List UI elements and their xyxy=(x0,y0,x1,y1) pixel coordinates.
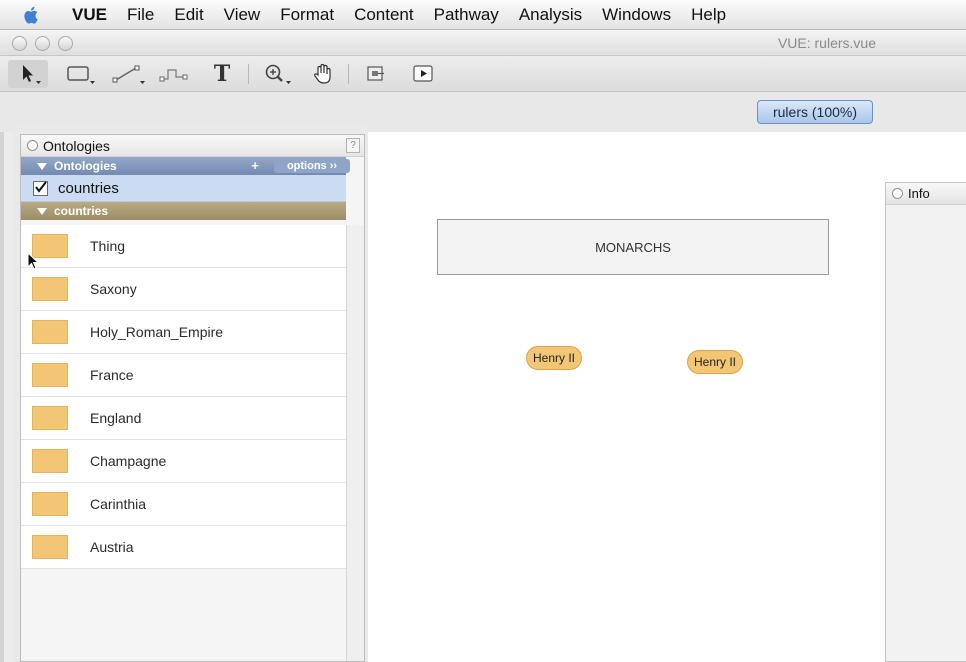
type-label: Saxony xyxy=(90,281,137,297)
type-row-england[interactable]: England xyxy=(21,397,346,440)
type-label: Carinthia xyxy=(90,496,147,512)
node-henry-ii[interactable]: Henry II xyxy=(526,346,583,370)
panel-toggle-icon[interactable] xyxy=(892,188,903,199)
presentation-tool-button[interactable] xyxy=(360,60,390,88)
node-henry-ii[interactable]: Henry II xyxy=(687,350,744,374)
type-swatch[interactable] xyxy=(32,406,68,430)
type-swatch[interactable] xyxy=(32,492,68,516)
ontology-checkbox[interactable] xyxy=(33,180,48,196)
play-tool-button[interactable] xyxy=(408,60,438,88)
menu-file[interactable]: File xyxy=(117,5,164,25)
window-title: VUE: rulers.vue xyxy=(777,35,876,51)
group-node-monarchs[interactable]: MONARCHS xyxy=(437,219,829,275)
curve-link-icon xyxy=(159,69,188,82)
toolbar-separator xyxy=(248,64,249,84)
presentation-icon xyxy=(367,66,384,81)
type-label: England xyxy=(90,410,142,426)
menu-format[interactable]: Format xyxy=(270,5,344,25)
menu-view[interactable]: View xyxy=(214,5,271,25)
node-tool-button[interactable] xyxy=(60,60,100,88)
checkmark-icon xyxy=(35,180,47,193)
type-row-austria[interactable]: Austria xyxy=(21,526,346,569)
type-row-champagne[interactable]: Champagne xyxy=(21,440,346,483)
text-tool-button[interactable]: T xyxy=(206,60,238,88)
magnifier-icon xyxy=(265,64,291,84)
type-swatch[interactable] xyxy=(32,277,68,301)
countries-section-label: countries xyxy=(54,204,109,218)
ontology-type-list: Thing Saxony Holy_Roman_Empire France En… xyxy=(21,225,346,569)
toolbar: T xyxy=(0,56,966,92)
panel-scrollbar[interactable] xyxy=(346,225,364,661)
ontologies-section-label: Ontologies xyxy=(54,159,117,173)
help-icon[interactable]: ? xyxy=(346,138,360,153)
play-icon xyxy=(413,65,433,82)
minimize-window-button[interactable] xyxy=(35,36,50,51)
close-window-button[interactable] xyxy=(12,36,27,51)
menu-help[interactable]: Help xyxy=(681,5,736,25)
panel-toggle-icon[interactable] xyxy=(27,140,38,151)
ontology-panel: Ontologies ? Ontologies + options ›› cou… xyxy=(20,134,365,662)
menu-pathway[interactable]: Pathway xyxy=(424,5,509,25)
ontology-item-label: countries xyxy=(58,179,119,197)
link-tool-button[interactable] xyxy=(106,60,150,88)
ontology-item-countries[interactable]: countries xyxy=(21,175,346,202)
apple-menu-icon[interactable] xyxy=(20,4,42,26)
selection-tool-button[interactable] xyxy=(8,60,48,88)
type-swatch[interactable] xyxy=(32,535,68,559)
curve-link-tool-button[interactable] xyxy=(154,60,194,88)
info-panel-header[interactable]: Info xyxy=(886,183,966,205)
type-row-thing[interactable]: Thing xyxy=(21,225,346,268)
zoom-tool-button[interactable] xyxy=(258,60,298,88)
zoom-window-button[interactable] xyxy=(58,36,73,51)
menu-windows[interactable]: Windows xyxy=(592,5,681,25)
type-label: Austria xyxy=(90,539,134,555)
type-row-saxony[interactable]: Saxony xyxy=(21,268,346,311)
disclosure-triangle-icon[interactable] xyxy=(37,207,47,215)
type-swatch[interactable] xyxy=(32,449,68,473)
type-swatch[interactable] xyxy=(32,363,68,387)
countries-section-header[interactable]: countries xyxy=(21,202,346,220)
menu-app-name[interactable]: VUE xyxy=(62,5,117,25)
type-label: Holy_Roman_Empire xyxy=(90,324,224,340)
menu-edit[interactable]: Edit xyxy=(164,5,213,25)
ontology-panel-header[interactable]: Ontologies ? xyxy=(21,135,364,157)
add-ontology-button[interactable]: + xyxy=(247,159,263,173)
menu-content[interactable]: Content xyxy=(344,5,424,25)
type-label: Thing xyxy=(90,238,126,254)
map-canvas[interactable]: MONARCHS Henry II Henry II xyxy=(368,132,966,662)
text-t-icon: T xyxy=(213,61,231,87)
menu-bar: VUE File Edit View Format Content Pathwa… xyxy=(0,0,966,30)
pan-tool-button[interactable] xyxy=(306,60,340,88)
type-swatch[interactable] xyxy=(32,320,68,344)
info-panel-title: Info xyxy=(908,186,930,201)
window-title-bar: VUE: rulers.vue xyxy=(0,30,966,56)
hand-icon xyxy=(314,63,331,84)
link-line-icon xyxy=(112,65,145,84)
type-label: Champagne xyxy=(90,453,167,469)
options-button[interactable]: options ›› xyxy=(274,159,350,173)
rectangle-icon xyxy=(67,66,95,84)
ontology-panel-title: Ontologies xyxy=(43,137,110,154)
toolbar-separator xyxy=(348,64,349,84)
type-row-france[interactable]: France xyxy=(21,354,346,397)
arrow-pointer-icon xyxy=(23,65,41,84)
disclosure-triangle-icon[interactable] xyxy=(37,162,47,170)
type-row-holy-roman-empire[interactable]: Holy_Roman_Empire xyxy=(21,311,346,354)
type-row-carinthia[interactable]: Carinthia xyxy=(21,483,346,526)
map-tab-rulers[interactable]: rulers (100%) xyxy=(757,100,873,124)
ontologies-section-header[interactable]: Ontologies + options ›› xyxy=(21,157,350,175)
mouse-pointer-icon xyxy=(27,252,40,270)
menu-analysis[interactable]: Analysis xyxy=(509,5,592,25)
type-label: France xyxy=(90,367,134,383)
info-panel: Info xyxy=(885,182,966,662)
